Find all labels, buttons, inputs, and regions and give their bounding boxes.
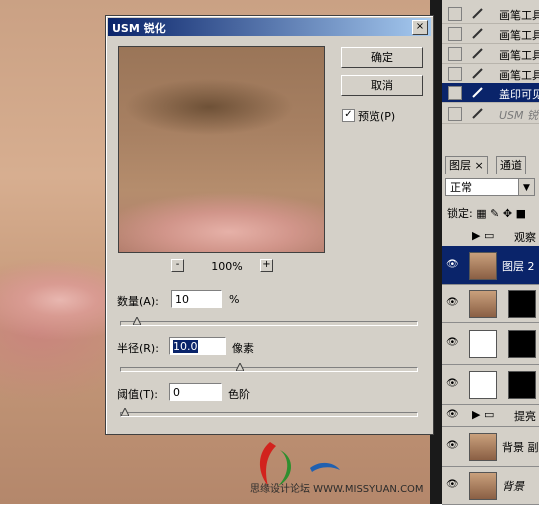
history-item-label: 画笔工具 bbox=[499, 49, 539, 62]
amount-slider-thumb[interactable] bbox=[132, 317, 141, 325]
layer-name: 背景 副本 bbox=[502, 441, 539, 454]
layer-mask-thumbnail[interactable] bbox=[508, 371, 536, 399]
zoom-value: 100% bbox=[211, 260, 243, 273]
brush-icon bbox=[472, 47, 484, 59]
visibility-eye-icon[interactable] bbox=[446, 230, 460, 242]
visibility-eye-icon[interactable]: 👁 bbox=[446, 259, 460, 271]
radius-field[interactable]: 10.0 bbox=[169, 337, 226, 355]
blend-mode-value: 正常 bbox=[450, 181, 472, 194]
layer-mask-thumbnail[interactable] bbox=[508, 330, 536, 358]
layer-name: 观察 bbox=[514, 231, 536, 244]
zoom-out-button[interactable]: - bbox=[171, 259, 184, 272]
preview-image[interactable] bbox=[118, 46, 325, 253]
check-icon[interactable]: ✓ bbox=[342, 109, 355, 122]
history-item-label: 盖印可见 bbox=[499, 88, 539, 101]
usm-sharpen-dialog: USM 锐化 × - 100% + 确定 取消 ✓ 预览(P) 数量(A): 1… bbox=[105, 15, 434, 435]
threshold-slider-track[interactable] bbox=[120, 408, 418, 417]
layer-thumbnail bbox=[469, 330, 497, 358]
threshold-slider-thumb[interactable] bbox=[121, 408, 129, 416]
threshold-unit: 色阶 bbox=[228, 388, 250, 401]
layer-row[interactable]: 👁 bbox=[442, 284, 539, 323]
radius-slider-thumb[interactable] bbox=[236, 363, 245, 371]
layers-tabs: 图层 × 通道 bbox=[442, 156, 539, 175]
history-item[interactable]: USM 锐化 bbox=[442, 104, 539, 124]
layer-row[interactable]: 👁 背景 副本 bbox=[442, 426, 539, 467]
brush-icon bbox=[472, 67, 484, 79]
lock-row: 锁定: ▦ ✎ ✥ ■ bbox=[447, 205, 526, 221]
tab-layers[interactable]: 图层 × bbox=[445, 156, 488, 174]
zoom-controls: - 100% + bbox=[171, 259, 281, 275]
history-source-checkbox[interactable] bbox=[448, 67, 462, 81]
ok-button[interactable]: 确定 bbox=[341, 47, 423, 68]
lock-label: 锁定: bbox=[447, 207, 473, 220]
amount-field[interactable]: 10 bbox=[171, 290, 222, 308]
zoom-in-button[interactable]: + bbox=[260, 259, 273, 272]
lock-brush-icon[interactable]: ✎ bbox=[490, 207, 499, 220]
lock-transparency-icon[interactable]: ▦ bbox=[476, 207, 486, 220]
layer-row[interactable]: 👁 图层 2 bbox=[442, 246, 539, 285]
history-source-checkbox[interactable] bbox=[448, 27, 462, 41]
history-source-checkbox[interactable] bbox=[448, 86, 462, 100]
history-source-checkbox[interactable] bbox=[448, 107, 462, 121]
layer-row[interactable]: 👁 bbox=[442, 364, 539, 405]
watermark-text: 思缘设计论坛 WWW.MISSYUAN.COM bbox=[250, 484, 424, 495]
lock-all-icon[interactable]: ■ bbox=[516, 207, 526, 220]
history-item-label: 画笔工具 bbox=[499, 69, 539, 82]
brush-icon bbox=[472, 27, 484, 39]
layer-name: 图层 2 bbox=[502, 260, 535, 273]
history-item[interactable]: 画笔工具 bbox=[442, 24, 539, 44]
tab-channels[interactable]: 通道 bbox=[496, 156, 526, 174]
dialog-titlebar[interactable]: USM 锐化 × bbox=[108, 18, 431, 36]
filter-icon bbox=[472, 107, 484, 119]
threshold-label: 阈值(T): bbox=[117, 388, 159, 401]
visibility-eye-icon[interactable]: 👁 bbox=[446, 378, 460, 390]
layer-thumbnail bbox=[469, 290, 497, 318]
layer-row[interactable]: ▶ ▭ 观察 bbox=[442, 226, 539, 247]
preview-label: 预览(P) bbox=[358, 110, 396, 123]
close-icon[interactable]: × bbox=[412, 20, 428, 35]
chevron-down-icon[interactable]: ▼ bbox=[518, 179, 534, 195]
radius-slider-track[interactable] bbox=[120, 363, 418, 372]
radius-label: 半径(R): bbox=[117, 342, 159, 355]
history-item-label: USM 锐化 bbox=[499, 109, 539, 122]
history-item[interactable]: 画笔工具 bbox=[442, 64, 539, 84]
dialog-title: USM 锐化 bbox=[112, 22, 166, 35]
history-item-label: 画笔工具 bbox=[499, 29, 539, 42]
visibility-eye-icon[interactable]: 👁 bbox=[446, 409, 460, 421]
filter-icon bbox=[472, 86, 484, 98]
visibility-eye-icon[interactable]: 👁 bbox=[446, 479, 460, 491]
right-panel: 画笔工具画笔工具画笔工具画笔工具盖印可见USM 锐化 图层 × 通道 正常 ▼ … bbox=[442, 0, 539, 505]
layer-thumbnail bbox=[469, 433, 497, 461]
amount-slider-track[interactable] bbox=[120, 317, 418, 326]
amount-label: 数量(A): bbox=[117, 295, 159, 308]
blend-mode-select[interactable]: 正常 ▼ bbox=[445, 178, 535, 196]
radius-unit: 像素 bbox=[232, 342, 254, 355]
visibility-eye-icon[interactable]: 👁 bbox=[446, 297, 460, 309]
history-item-label: 画笔工具 bbox=[499, 9, 539, 22]
cancel-button[interactable]: 取消 bbox=[341, 75, 423, 96]
history-item[interactable]: 画笔工具 bbox=[442, 4, 539, 24]
layer-thumbnail bbox=[469, 252, 497, 280]
visibility-eye-icon[interactable]: 👁 bbox=[446, 440, 460, 452]
layer-mask-thumbnail[interactable] bbox=[508, 290, 536, 318]
folder-icon[interactable]: ▶ ▭ bbox=[472, 229, 494, 242]
history-source-checkbox[interactable] bbox=[448, 47, 462, 61]
threshold-field[interactable]: 0 bbox=[169, 383, 222, 401]
layer-thumbnail bbox=[469, 472, 497, 500]
amount-unit: % bbox=[229, 293, 240, 306]
brush-icon bbox=[472, 7, 484, 19]
history-item[interactable]: 盖印可见 bbox=[442, 83, 539, 103]
layer-name: 提亮 bbox=[514, 410, 536, 423]
visibility-eye-icon[interactable]: 👁 bbox=[446, 337, 460, 349]
watermark-logo: 思缘设计论坛 WWW.MISSYUAN.COM bbox=[250, 440, 424, 504]
folder-icon[interactable]: ▶ ▭ bbox=[472, 408, 494, 421]
layer-row[interactable]: 👁 ▶ ▭ 提亮 bbox=[442, 404, 539, 427]
lock-move-icon[interactable]: ✥ bbox=[503, 207, 512, 220]
layer-row[interactable]: 👁 bbox=[442, 322, 539, 365]
layer-thumbnail bbox=[469, 371, 497, 399]
history-item[interactable]: 画笔工具 bbox=[442, 44, 539, 64]
layer-row[interactable]: 👁 背景 bbox=[442, 466, 539, 505]
history-source-checkbox[interactable] bbox=[448, 7, 462, 21]
layer-name: 背景 bbox=[502, 480, 524, 493]
